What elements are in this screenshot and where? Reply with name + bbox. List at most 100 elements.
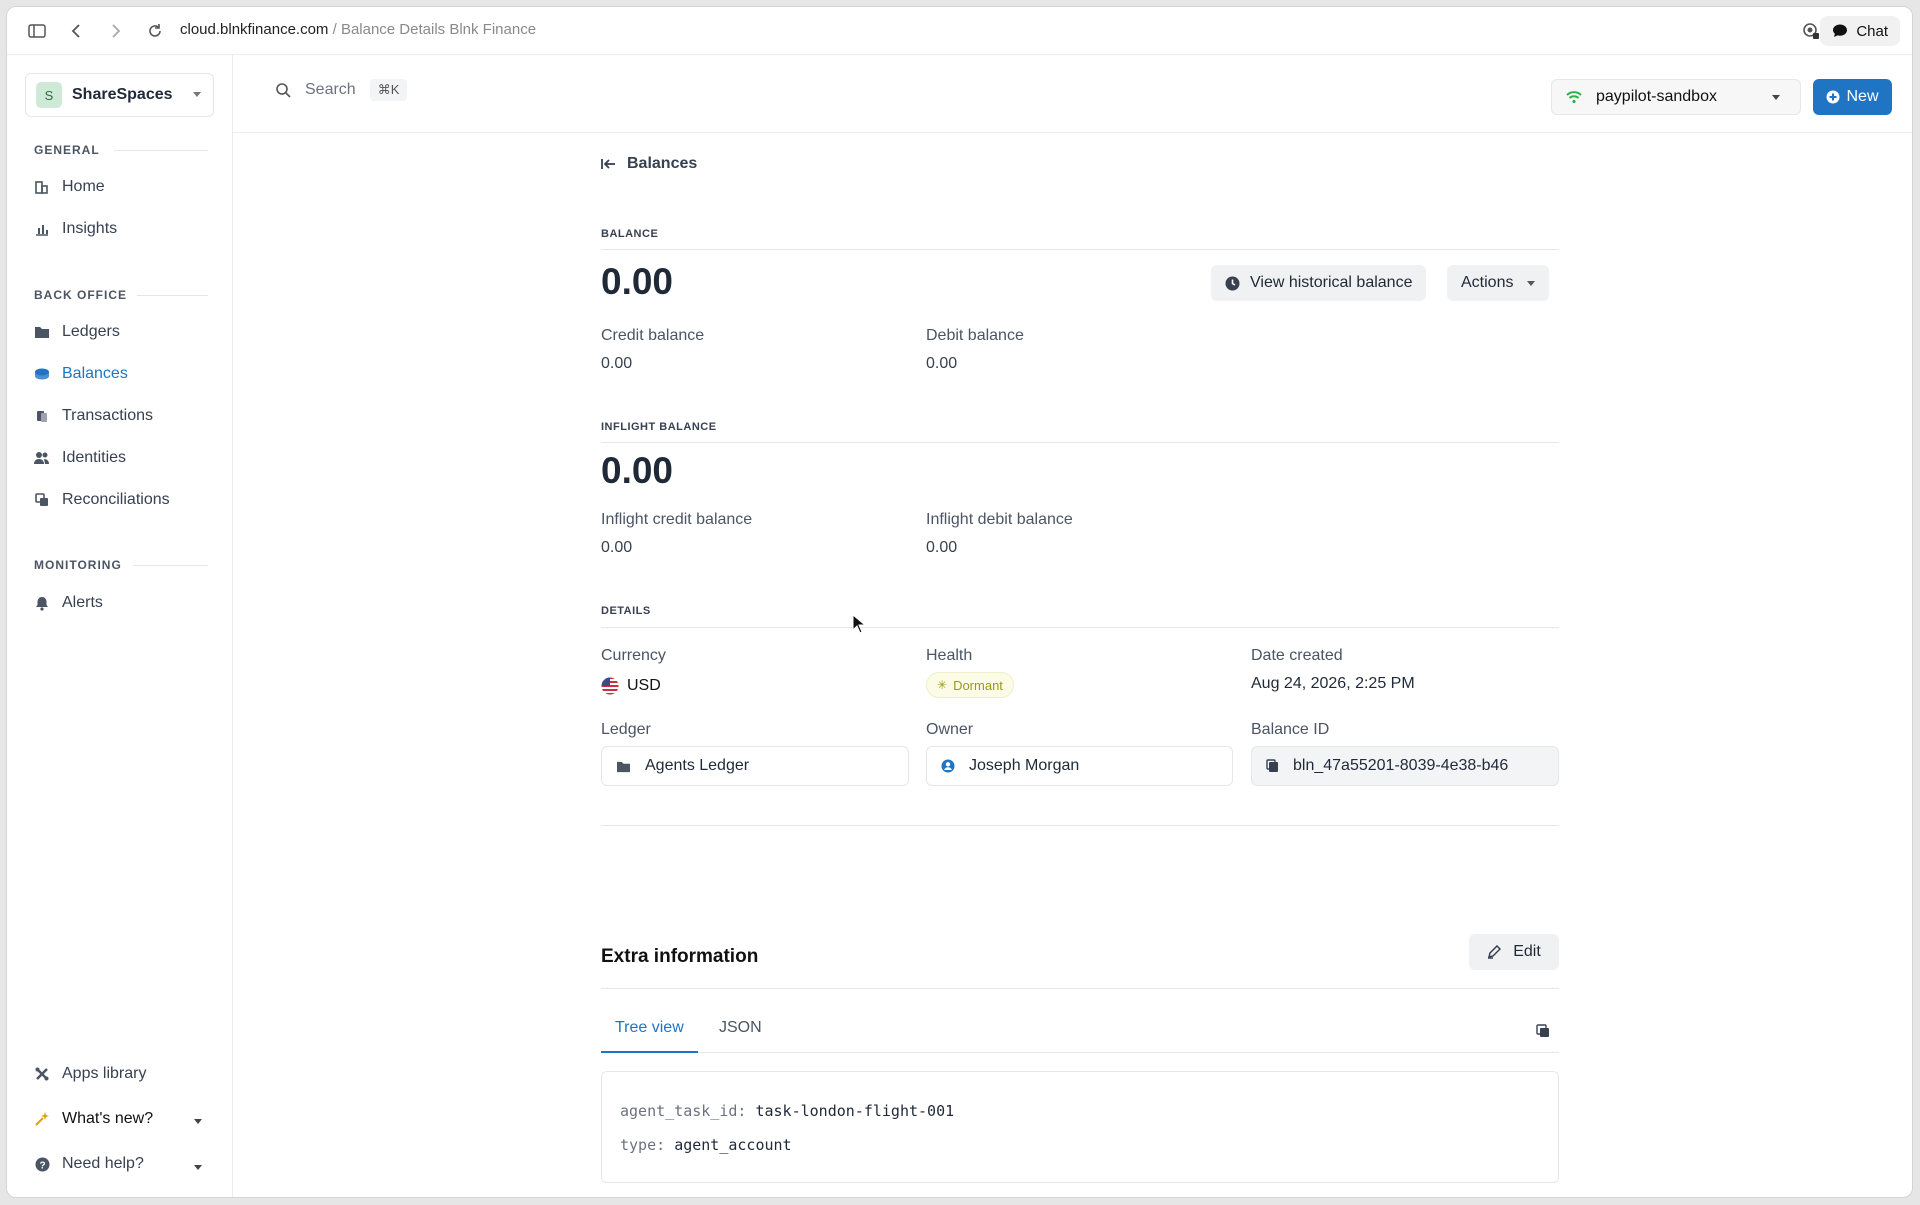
owner-label: Owner	[926, 721, 974, 738]
chevron-down-icon[interactable]	[194, 1165, 202, 1170]
currency-code: USD	[627, 677, 661, 694]
section-divider	[137, 295, 208, 296]
balance-id-copy[interactable]: bln_47a55201-8039-4e38-b46	[1251, 746, 1559, 786]
clock-icon	[1225, 276, 1240, 290]
section-divider	[133, 565, 208, 566]
sidebar-item-home[interactable]: Home	[34, 173, 105, 201]
metadata-tree: agent_task_id: task-london-flight-001 ty…	[601, 1071, 1559, 1183]
edit-metadata-button[interactable]: Edit	[1469, 934, 1559, 970]
search-label: Search	[305, 81, 356, 98]
plus-circle-icon	[1826, 90, 1840, 104]
metadata-key: agent_task_id:	[620, 1102, 747, 1120]
url-domain: cloud.blnkfinance.com	[180, 21, 329, 38]
new-button[interactable]: New	[1813, 79, 1892, 115]
back-arrow-icon[interactable]	[64, 19, 88, 43]
section-divider	[601, 249, 1559, 250]
actions-label: Actions	[1461, 274, 1514, 291]
balance-value: 0.00	[601, 261, 674, 302]
sidebar-item-identities[interactable]: Identities	[34, 444, 126, 472]
help-circle-icon: ?	[34, 1156, 50, 1172]
date-created-value: Aug 24, 2026, 2:25 PM	[1251, 675, 1415, 692]
coins-icon	[34, 366, 50, 382]
balance-id-label: Balance ID	[1251, 721, 1330, 738]
mouse-cursor-icon	[852, 614, 866, 634]
tab-tree-view[interactable]: Tree view	[601, 1019, 698, 1053]
sidebar-item-label: What's new?	[62, 1110, 154, 1127]
owner-link[interactable]: Joseph Morgan	[926, 746, 1233, 786]
chat-button[interactable]: Chat	[1820, 16, 1900, 46]
chevron-down-icon[interactable]	[194, 1119, 202, 1124]
ledger-link[interactable]: Agents Ledger	[601, 746, 909, 786]
forward-arrow-icon[interactable]	[104, 19, 128, 43]
sidebar-item-label: Home	[62, 178, 105, 195]
metadata-value: task-london-flight-001	[755, 1102, 955, 1120]
search-trigger[interactable]: Search ⌘K	[275, 79, 408, 101]
section-divider	[601, 627, 1559, 628]
building-icon	[34, 179, 50, 195]
sidebar-item-need-help[interactable]: ? Need help?	[34, 1150, 144, 1178]
credit-balance-label: Credit balance	[601, 327, 705, 344]
view-historical-balance-button[interactable]: View historical balance	[1211, 265, 1427, 301]
sidebar-item-apps-library[interactable]: Apps library	[34, 1060, 146, 1088]
metadata-entry: agent_task_id: task-london-flight-001	[620, 1102, 1540, 1136]
sidebar-item-ledgers[interactable]: Ledgers	[34, 318, 120, 346]
sidebar-item-label: Insights	[62, 220, 118, 237]
credit-balance-value: 0.00	[601, 355, 633, 372]
chat-label: Chat	[1856, 22, 1888, 40]
edit-label: Edit	[1513, 943, 1541, 960]
balance-caption: BALANCE	[601, 228, 659, 240]
tab-json[interactable]: JSON	[705, 1019, 776, 1053]
browser-window: cloud.blnkfinance.com / Balance Details …	[6, 6, 1913, 1198]
url-separator: /	[328, 21, 341, 38]
ledger-label: Ledger	[601, 721, 651, 738]
url-page-title: Balance Details Blnk Finance	[340, 21, 537, 38]
back-to-balances-link[interactable]: Balances	[601, 155, 697, 173]
inflight-balance-caption: INFLIGHT BALANCE	[601, 421, 717, 433]
arrow-left-icon	[601, 159, 615, 169]
health-status-text: Dormant	[953, 677, 1003, 693]
sidebar-item-transactions[interactable]: Transactions	[34, 402, 153, 430]
sidebar-item-label: Alerts	[62, 594, 103, 611]
chat-bubble-icon	[1833, 24, 1848, 37]
sparkle-icon	[34, 1111, 50, 1127]
sidebar-item-alerts[interactable]: Alerts	[34, 589, 103, 617]
debit-balance-label: Debit balance	[926, 327, 1024, 344]
folder-icon	[34, 324, 50, 340]
section-divider	[601, 442, 1559, 443]
top-header: Search ⌘K paypilot-sandbox New	[233, 55, 1912, 133]
reconcile-icon	[34, 492, 50, 508]
ledger-name: Agents Ledger	[645, 757, 750, 774]
user-circle-icon	[941, 759, 955, 773]
sidebar-toggle-icon[interactable]	[25, 19, 49, 43]
sidebar-item-label: Transactions	[62, 407, 153, 424]
actions-dropdown[interactable]: Actions	[1447, 265, 1550, 301]
sidebar-item-label: Apps library	[62, 1065, 147, 1082]
sidebar: S ShareSpaces GENERAL Home Insights BACK…	[7, 55, 233, 1197]
health-status-badge: ✳ Dormant	[926, 672, 1014, 698]
copy-icon[interactable]	[1535, 1023, 1551, 1039]
chevron-down-icon	[193, 92, 201, 97]
pencil-icon	[1488, 945, 1502, 959]
section-divider	[601, 988, 1559, 989]
new-label: New	[1846, 88, 1879, 105]
extra-info-tabs: Tree view JSON	[601, 1017, 1559, 1053]
inflight-debit-value: 0.00	[926, 539, 958, 556]
browser-toolbar: cloud.blnkfinance.com / Balance Details …	[7, 7, 1912, 55]
workspace-switcher[interactable]: S ShareSpaces	[25, 73, 214, 117]
bar-chart-icon	[34, 221, 50, 237]
environment-select[interactable]: paypilot-sandbox	[1551, 79, 1801, 115]
sidebar-item-balances[interactable]: Balances	[34, 360, 128, 388]
section-divider	[114, 150, 208, 151]
search-icon	[276, 83, 291, 98]
view-historical-label: View historical balance	[1250, 274, 1413, 291]
sidebar-item-whats-new[interactable]: What's new?	[34, 1105, 153, 1133]
sidebar-item-reconciliations[interactable]: Reconciliations	[34, 486, 170, 514]
svg-text:?: ?	[39, 1160, 45, 1171]
workspace-avatar: S	[36, 82, 62, 108]
owner-name: Joseph Morgan	[969, 757, 1080, 774]
address-bar[interactable]: cloud.blnkfinance.com / Balance Details …	[180, 21, 536, 38]
sidebar-item-label: Identities	[62, 449, 127, 466]
reload-icon[interactable]	[143, 19, 167, 43]
sidebar-item-label: Ledgers	[62, 323, 120, 340]
sidebar-item-insights[interactable]: Insights	[34, 215, 117, 243]
